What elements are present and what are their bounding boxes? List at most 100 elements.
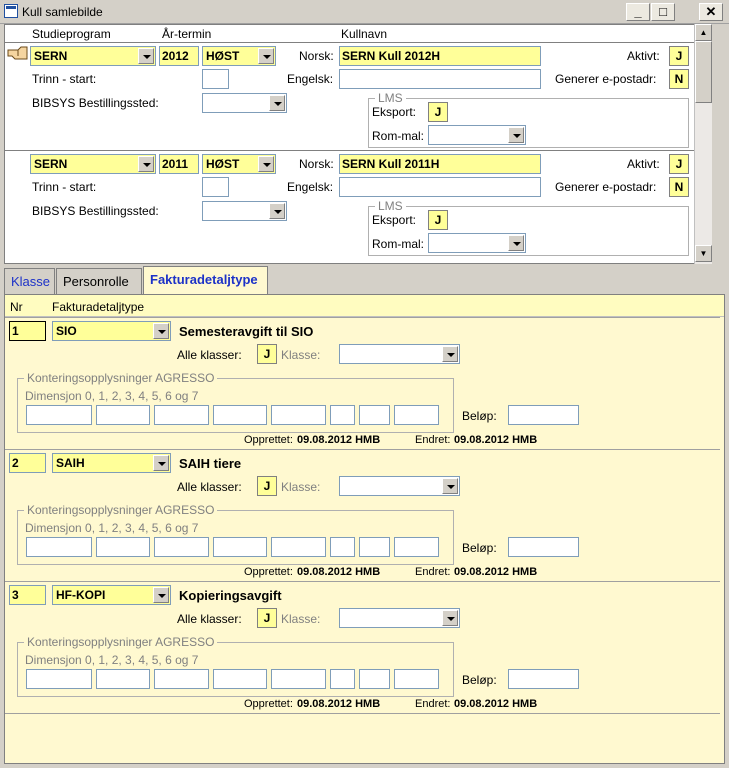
eksport-flag[interactable]: J (428, 210, 448, 230)
dimensjon-4-field[interactable] (271, 669, 326, 689)
dimensjon-2-field[interactable] (154, 405, 209, 425)
aktivt-flag[interactable]: J (669, 154, 689, 174)
eksport-label: Eksport: (372, 105, 417, 119)
tab-klasse[interactable]: Klasse (4, 268, 55, 294)
klasse-dropdown[interactable] (339, 344, 460, 364)
norsk-label: Norsk: (299, 157, 334, 171)
dimensjon-3-field[interactable] (213, 537, 267, 557)
aktivt-label: Aktivt: (627, 49, 660, 63)
bibsys-label: BIBSYS Bestillingssted: (32, 96, 159, 110)
alle-klasser-flag[interactable]: J (257, 476, 277, 496)
termin-dropdown[interactable]: HØST (202, 46, 276, 66)
kullnavn-engelsk-field[interactable] (339, 69, 541, 89)
dimensjon-0-field[interactable] (26, 405, 92, 425)
engelsk-label: Engelsk: (287, 72, 334, 86)
alle-klasser-label: Alle klasser: (177, 612, 242, 626)
dimensjon-3-field[interactable] (213, 669, 267, 689)
belop-field[interactable] (508, 669, 579, 689)
rommal-dropdown[interactable] (428, 233, 526, 253)
header-ar-termin: År-termin (162, 27, 212, 41)
fakturadetaljtype-dropdown[interactable]: HF-KOPI (52, 585, 171, 605)
klasse-label: Klasse: (281, 480, 321, 494)
trinn-field[interactable] (202, 69, 229, 89)
close-button[interactable]: ✕ (699, 3, 723, 21)
bibsys-dropdown[interactable] (202, 93, 287, 113)
eksport-flag[interactable]: J (428, 102, 448, 122)
klasse-dropdown[interactable] (339, 476, 460, 496)
dimensjon-5-field[interactable] (330, 405, 355, 425)
scroll-down-icon[interactable]: ▼ (695, 245, 712, 262)
alle-klasser-flag[interactable]: J (257, 344, 277, 364)
nr-field[interactable]: 3 (9, 585, 46, 605)
nr-field[interactable]: 1 (9, 321, 46, 341)
dimensjon-2-field[interactable] (154, 537, 209, 557)
dimensjon-3-field[interactable] (213, 405, 267, 425)
scroll-thumb[interactable] (695, 41, 712, 103)
dimensjon-7-field[interactable] (394, 405, 439, 425)
nr-field[interactable]: 2 (9, 453, 46, 473)
trinn-field[interactable] (202, 177, 229, 197)
opprettet-label: Opprettet: (244, 566, 293, 578)
column-header-row: Nr Fakturadetaljtype (5, 295, 724, 317)
ar-field[interactable]: 2011 (159, 154, 199, 174)
dimensjon-4-field[interactable] (271, 537, 326, 557)
endret-value: 09.08.2012 HMB (454, 698, 538, 710)
dimensjon-6-field[interactable] (359, 537, 390, 557)
header-nr: Nr (10, 300, 23, 314)
endret-value: 09.08.2012 HMB (454, 434, 538, 446)
dimensjon-5-field[interactable] (330, 537, 355, 557)
dimensjon-7-field[interactable] (394, 537, 439, 557)
minimize-button[interactable]: _ (626, 3, 650, 21)
belop-label: Beløp: (462, 541, 497, 555)
opprettet-value: 09.08.2012 HMB (297, 566, 381, 578)
rommal-dropdown[interactable] (428, 125, 526, 145)
norsk-label: Norsk: (299, 49, 334, 63)
ar-field[interactable]: 2012 (159, 46, 199, 66)
dimensjon-6-field[interactable] (359, 405, 390, 425)
dimensjon-4-field[interactable] (271, 405, 326, 425)
header-studieprogram: Studieprogram (32, 27, 111, 41)
scroll-up-icon[interactable]: ▲ (695, 24, 712, 41)
tab-personrolle[interactable]: Personrolle (56, 268, 142, 294)
dimensjon-1-field[interactable] (96, 537, 150, 557)
fakturadetaljtype-dropdown[interactable]: SAIH (52, 453, 171, 473)
tab-fakturadetaljtype[interactable]: Fakturadetaljtype (143, 266, 268, 294)
dimensjon-1-field[interactable] (96, 405, 150, 425)
maximize-button[interactable]: □ (651, 3, 675, 21)
dimensjon-6-field[interactable] (359, 669, 390, 689)
dimensjon-2-field[interactable] (154, 669, 209, 689)
kullnavn-norsk-field[interactable]: SERN Kull 2012H (339, 46, 541, 66)
fakturadetaljtype-dropdown[interactable]: SIO (52, 321, 171, 341)
vertical-scrollbar[interactable]: ▲ ▼ (694, 24, 712, 264)
rommal-label: Rom-mal: (372, 237, 425, 251)
belop-field[interactable] (508, 537, 579, 557)
belop-field[interactable] (508, 405, 579, 425)
kullnavn-norsk-field[interactable]: SERN Kull 2011H (339, 154, 541, 174)
aktivt-flag[interactable]: J (669, 46, 689, 66)
current-record-pointer-icon (7, 45, 29, 61)
klasse-dropdown[interactable] (339, 608, 460, 628)
rommal-label: Rom-mal: (372, 129, 425, 143)
generer-label: Generer e-postadr: (555, 180, 657, 194)
dimensjon-0-field[interactable] (26, 537, 92, 557)
title-bar: Kull samlebilde _ □ ✕ (0, 0, 729, 24)
endret-label: Endret: (415, 434, 451, 446)
generer-flag[interactable]: N (669, 69, 689, 89)
studieprogram-dropdown[interactable]: SERN (30, 46, 156, 66)
endret-label: Endret: (415, 698, 451, 710)
studieprogram-dropdown[interactable]: SERN (30, 154, 156, 174)
alle-klasser-flag[interactable]: J (257, 608, 277, 628)
termin-dropdown[interactable]: HØST (202, 154, 276, 174)
type-description: Kopieringsavgift (179, 588, 282, 603)
kullnavn-engelsk-field[interactable] (339, 177, 541, 197)
dimensjon-7-field[interactable] (394, 669, 439, 689)
bibsys-dropdown[interactable] (202, 201, 287, 221)
belop-label: Beløp: (462, 409, 497, 423)
generer-flag[interactable]: N (669, 177, 689, 197)
klasse-label: Klasse: (281, 348, 321, 362)
header-fakturadetaljtype: Fakturadetaljtype (52, 300, 145, 314)
dimensjon-1-field[interactable] (96, 669, 150, 689)
dimensjon-0-field[interactable] (26, 669, 92, 689)
app-icon (4, 4, 18, 18)
dimensjon-5-field[interactable] (330, 669, 355, 689)
